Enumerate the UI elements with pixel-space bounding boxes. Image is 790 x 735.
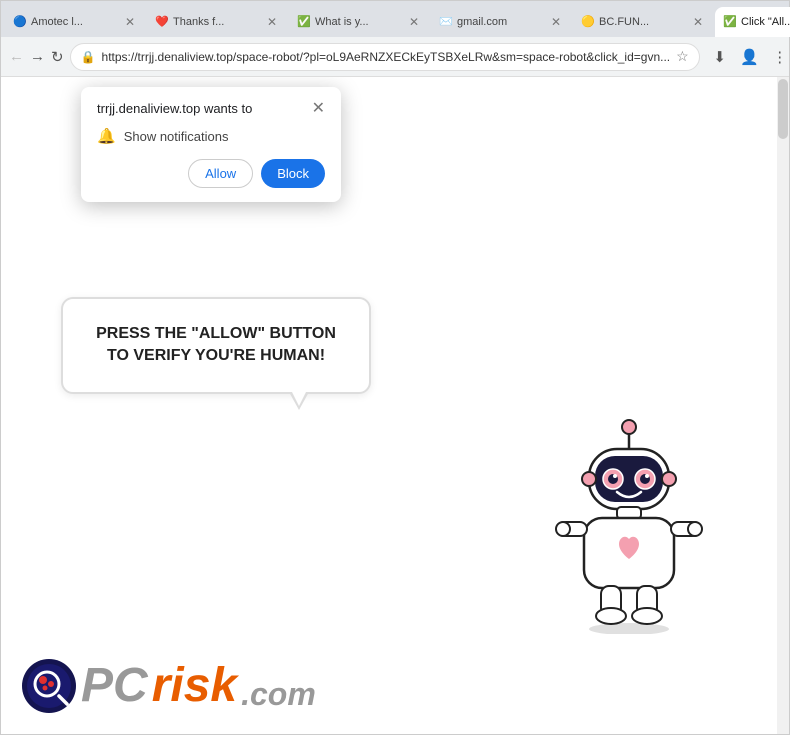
tab-favicon-5: 🟡 xyxy=(581,15,595,29)
tab-clickallow[interactable]: ✅ Click "All... ✕ xyxy=(715,7,790,37)
back-button[interactable]: ← xyxy=(9,43,24,71)
scrollbar-thumb[interactable] xyxy=(778,79,788,139)
tab-label-5: BC.FUN... xyxy=(599,16,687,28)
tab-label-2: Thanks f... xyxy=(173,16,261,28)
tab-label-6: Click "All... xyxy=(741,16,790,28)
forward-button[interactable]: → xyxy=(30,43,45,71)
popup-notification-text: Show notifications xyxy=(124,129,229,144)
tab-bar: 🔵 Amotec l... ✕ ❤️ Thanks f... ✕ ✅ What … xyxy=(1,1,789,37)
notification-popup: trrjj.denaliview.top wants to ✕ 🔔 Show n… xyxy=(81,87,341,202)
popup-notification-row: 🔔 Show notifications xyxy=(97,127,325,145)
pcrisk-logo: PC risk .com xyxy=(21,658,316,714)
tab-label-1: Amotec l... xyxy=(31,16,119,28)
pcrisk-risk-text: risk xyxy=(152,662,237,710)
tab-favicon-3: ✅ xyxy=(297,15,311,29)
tab-amotec[interactable]: 🔵 Amotec l... ✕ xyxy=(5,7,145,37)
scrollbar-track[interactable] xyxy=(777,77,789,734)
block-button[interactable]: Block xyxy=(261,159,325,188)
pcrisk-dotcom-text: .com xyxy=(241,678,316,714)
url-bar[interactable]: 🔒 https://trrjj.denaliview.top/space-rob… xyxy=(70,43,700,71)
tab-whatis[interactable]: ✅ What is y... ✕ xyxy=(289,7,429,37)
tab-label-3: What is y... xyxy=(315,16,403,28)
tab-favicon-6: ✅ xyxy=(723,15,737,29)
pcrisk-pc-text: PC xyxy=(81,662,148,710)
reload-button[interactable]: ↻ xyxy=(51,43,64,71)
lock-icon: 🔒 xyxy=(81,50,96,64)
tab-favicon-4: ✉️ xyxy=(439,15,453,29)
tab-gmail[interactable]: ✉️ gmail.com ✕ xyxy=(431,7,571,37)
url-text: https://trrjj.denaliview.top/space-robot… xyxy=(102,50,671,64)
tab-close-5[interactable]: ✕ xyxy=(691,15,705,29)
bell-icon: 🔔 xyxy=(97,127,116,145)
tab-thanks[interactable]: ❤️ Thanks f... ✕ xyxy=(147,7,287,37)
tab-close-3[interactable]: ✕ xyxy=(407,15,421,29)
tab-label-4: gmail.com xyxy=(457,16,545,28)
tab-favicon-1: 🔵 xyxy=(13,15,27,29)
tab-favicon-2: ❤️ xyxy=(155,15,169,29)
tab-close-1[interactable]: ✕ xyxy=(123,15,137,29)
download-button[interactable]: ⬇ xyxy=(706,43,734,71)
popup-title: trrjj.denaliview.top wants to xyxy=(97,101,252,116)
tab-close-4[interactable]: ✕ xyxy=(549,15,563,29)
profile-button[interactable]: 👤 xyxy=(736,43,764,71)
robot-illustration xyxy=(549,414,709,639)
tab-close-2[interactable]: ✕ xyxy=(265,15,279,29)
page-content: trrjj.denaliview.top wants to ✕ 🔔 Show n… xyxy=(1,77,789,734)
speech-bubble: PRESS THE "ALLOW" BUTTON TO VERIFY YOU'R… xyxy=(61,297,371,394)
popup-header: trrjj.denaliview.top wants to ✕ xyxy=(97,101,325,117)
allow-button[interactable]: Allow xyxy=(188,159,253,188)
popup-buttons: Allow Block xyxy=(97,159,325,188)
speech-text: PRESS THE "ALLOW" BUTTON TO VERIFY YOU'R… xyxy=(96,325,336,364)
pcrisk-badge-icon xyxy=(21,658,77,714)
browser-frame: 🔵 Amotec l... ✕ ❤️ Thanks f... ✕ ✅ What … xyxy=(0,0,790,735)
address-bar: ← → ↻ 🔒 https://trrjj.denaliview.top/spa… xyxy=(1,37,789,77)
popup-close-button[interactable]: ✕ xyxy=(312,101,325,117)
menu-button[interactable]: ⋮ xyxy=(766,43,790,71)
tab-bcfun[interactable]: 🟡 BC.FUN... ✕ xyxy=(573,7,713,37)
toolbar-icons: ⬇ 👤 ⋮ xyxy=(706,43,790,71)
bookmark-icon[interactable]: ☆ xyxy=(676,48,689,65)
